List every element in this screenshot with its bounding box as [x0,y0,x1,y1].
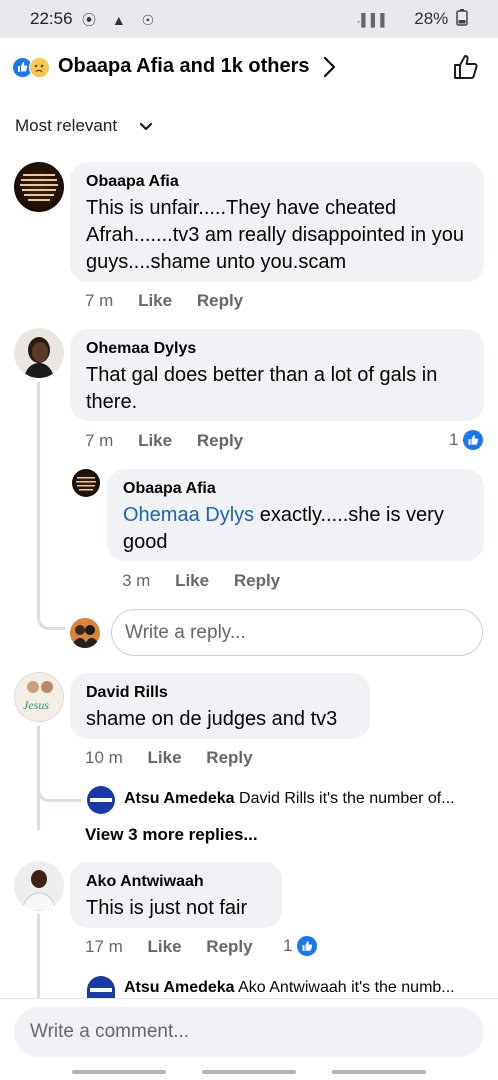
comment-bubble[interactable]: David Rills shame on de judges and tv3 [70,673,370,739]
comment-time: 7 m [85,431,114,450]
avatar[interactable] [14,162,64,212]
signal-icon: ⸳▌▌▌ [357,13,390,27]
nav-back-button[interactable] [332,1070,426,1074]
nav-home-button[interactable] [202,1070,296,1074]
mention-link[interactable]: Ohemaa Dylys [123,504,254,526]
thread-connector [37,808,81,830]
nav-recents-button[interactable] [72,1070,166,1074]
comments-sheet: Obaapa Afia and 1k others Most relevant [0,38,498,1080]
comment-time: 17 m [85,937,123,956]
comment-placeholder: Write a comment... [30,1021,190,1042]
status-bar: 22:56 ⦿ ▲ ☉ ⸳▌▌▌ 28% [0,0,498,38]
like-button[interactable]: Like [148,748,182,767]
avatar[interactable]: Jesus [14,672,64,722]
comment-author[interactable]: Ako Antwiwaah [86,872,268,892]
reactions-header[interactable]: Obaapa Afia and 1k others [0,38,498,96]
avatar[interactable] [87,976,115,998]
comment-author[interactable]: David Rills [86,683,356,703]
view-more-replies-link[interactable]: View 3 more replies... [85,825,258,845]
battery-icon [456,9,468,26]
reply-button[interactable]: Reply [234,571,280,590]
comment-actions: 17 m Like Reply [85,937,273,957]
comment-bubble[interactable]: Ako Antwiwaah This is just not fair [70,862,282,928]
comment-text: This is unfair.....They have cheated Afr… [86,197,464,273]
reply-text: Ohemaa Dylys exactly.....she is very goo… [123,502,470,556]
reply-placeholder: Write a reply... [125,622,246,643]
comment-text: shame on de judges and tv3 [86,708,338,730]
status-notification-icons: ⦿ ▲ ☉ [82,12,161,28]
avatar[interactable] [14,328,64,378]
battery-percent: 28% [414,9,449,28]
reply-author[interactable]: Obaapa Afia [123,479,470,499]
comment-author[interactable]: Ohemaa Dylys [86,339,470,359]
reply-input[interactable]: Write a reply... [111,609,483,656]
like-button[interactable]: Like [148,937,182,956]
avatar[interactable] [72,469,100,497]
like-button[interactable]: Like [138,291,172,310]
comment-bubble[interactable]: Obaapa Afia This is unfair.....They have… [70,162,484,282]
current-user-avatar [70,618,100,648]
thread-line [37,382,40,612]
comment-text: That gal does better than a lot of gals … [86,364,438,413]
reaction-count-number: 1 [283,936,293,955]
reactions-summary[interactable]: Obaapa Afia and 1k others [58,55,310,78]
sort-label[interactable]: Most relevant [15,116,117,136]
reply-button[interactable]: Reply [197,431,243,450]
reply-author[interactable]: Atsu Amedeka [124,790,235,807]
comment-time: 10 m [85,748,123,767]
reply-button[interactable]: Reply [206,748,252,767]
avatar[interactable] [14,861,64,911]
like-button[interactable]: Like [138,431,172,450]
reply-text: Ako Antwiwaah it's the numb... [234,979,455,996]
reply-author[interactable]: Atsu Amedeka [124,979,235,996]
svg-text:Jesus: Jesus [23,698,49,712]
system-nav-bar [0,1062,498,1080]
reaction-count[interactable]: 1 [283,935,319,959]
reply-actions: 3 m Like Reply [122,571,300,591]
sad-reaction-icon [29,57,50,78]
like-icon[interactable] [452,53,480,81]
comment-actions: 7 m Like Reply [85,431,263,451]
chevron-down-icon[interactable] [139,122,153,132]
comment-time: 7 m [85,291,114,310]
reply-time: 3 m [122,571,151,590]
like-reaction-icon [463,430,483,450]
thread-connector [37,778,81,802]
comment-actions: 7 m Like Reply [85,291,263,311]
like-button[interactable]: Like [175,571,209,590]
comment-input[interactable]: Write a comment... [14,1007,484,1057]
latest-reply-preview[interactable]: Atsu Amedeka David Rills it's the number… [124,790,455,808]
thread-line [37,914,40,998]
reaction-count[interactable]: 1 [449,429,485,453]
reply-button[interactable]: Reply [197,291,243,310]
reaction-count-number: 1 [449,430,459,449]
status-time: 22:56 [30,9,73,28]
comment-text: This is just not fair [86,897,248,919]
chevron-right-icon[interactable] [322,56,336,78]
battery-indicator: 28% [414,9,468,29]
reply-button[interactable]: Reply [206,937,252,956]
comment-bubble[interactable]: Ohemaa Dylys That gal does better than a… [70,329,484,421]
reply-bubble[interactable]: Obaapa Afia Ohemaa Dylys exactly.....she… [107,469,484,561]
latest-reply-preview[interactable]: Atsu Amedeka Ako Antwiwaah it's the numb… [124,979,455,997]
like-reaction-icon [297,936,317,956]
comment-actions: 10 m Like Reply [85,748,273,768]
comment-author[interactable]: Obaapa Afia [86,172,470,192]
reaction-icons [12,57,54,79]
avatar[interactable] [87,786,115,814]
thread-connector [37,608,65,630]
reply-text: David Rills it's the number of... [234,790,455,807]
